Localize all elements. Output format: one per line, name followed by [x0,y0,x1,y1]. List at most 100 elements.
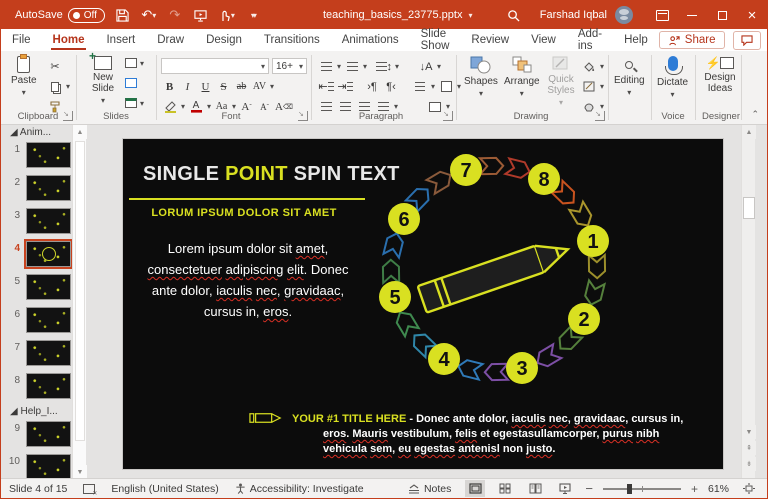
step-badge-6[interactable]: 6 [388,203,420,235]
proofing-status[interactable] [83,483,97,497]
thumbnail-row-5[interactable]: 5 [2,272,72,305]
comments-button[interactable] [733,30,762,50]
scroll-down-icon[interactable]: ▼ [73,465,87,479]
paste-button[interactable]: Paste ▾ [11,54,37,97]
thumbnail-row-2[interactable]: 2 [2,173,72,206]
scroll-down-icon[interactable]: ▼ [742,425,756,439]
underline-button[interactable]: U [198,79,213,94]
align-left-icon[interactable] [318,99,334,114]
section-icon[interactable] [125,98,137,108]
redo-button[interactable]: ↷ [167,7,183,23]
thumbnail-row-7[interactable]: 7 [2,338,72,371]
slide-sorter-view-button[interactable] [495,480,515,497]
zoom-slider-thumb[interactable] [626,483,632,494]
tab-insert[interactable]: Insert [95,29,146,51]
close-button[interactable]: × [737,1,767,29]
section-header-bottom[interactable]: ◢ Help_I... [2,404,72,419]
clear-formatting-button[interactable]: A ⌫ [275,99,293,114]
step-badge-8[interactable]: 8 [528,163,560,195]
zoom-level[interactable]: 61% [708,483,729,495]
design-ideas-button[interactable]: ⚡ Design Ideas [701,56,739,94]
slide-canvas[interactable]: SINGLE POINT SPIN TEXT LORUM IPSUM DOLOR… [123,139,723,469]
text-direction-icon[interactable]: ↓A [418,59,434,74]
thumbnail-row-3[interactable]: 3 [2,206,72,239]
notes-toggle[interactable]: Notes [408,483,451,495]
cut-icon[interactable]: ✂ [47,59,63,74]
scroll-up-icon[interactable]: ▲ [73,125,87,139]
drawing-dialog-launcher[interactable]: ↘ [595,111,605,121]
scroll-up-icon[interactable]: ▲ [742,125,756,139]
shape-fill-icon[interactable] [581,59,597,74]
step-badge-7[interactable]: 7 [450,154,482,186]
shapes-button[interactable]: Shapes ▾ [464,56,498,98]
copy-icon[interactable] [47,79,63,94]
numbering-icon[interactable] [344,59,360,74]
line-spacing-icon[interactable]: ↕ [376,59,392,74]
convert-smartart-icon[interactable] [427,99,443,114]
slide-indicator[interactable]: Slide 4 of 15 [9,483,67,495]
reading-view-button[interactable] [525,480,545,497]
tab-draw[interactable]: Draw [146,29,195,51]
character-spacing-button[interactable]: AV [252,79,267,94]
pencil-icon[interactable] [417,236,573,314]
ltr-icon[interactable]: ›¶ [364,79,380,94]
zoom-slider[interactable] [602,483,681,494]
thumbnail-scroll-thumb[interactable] [75,141,85,441]
rtl-icon[interactable]: ¶‹ [383,79,399,94]
new-slide-button[interactable]: New Slide▾ [83,49,123,105]
slide-footer-text[interactable]: YOUR #1 TITLE HERE - Donec ante dolor, i… [249,411,701,457]
slide-body-text[interactable]: Lorem ipsum dolor sit amet, consectetuer… [135,238,361,322]
thumbnail-row-6[interactable]: 6 [2,305,72,338]
increase-indent-icon[interactable]: ⇥ [337,79,353,94]
step-badge-2[interactable]: 2 [568,303,600,335]
thumbnail-row-1[interactable]: 1 [2,140,72,173]
slide-layout-icon[interactable] [125,58,137,68]
touch-ink-button[interactable]: ▾ [219,7,235,23]
strikethrough-button[interactable]: ab [234,79,249,94]
tab-home[interactable]: Home [42,29,96,51]
normal-view-button[interactable] [465,480,486,497]
bullets-icon[interactable] [318,59,334,74]
editing-button[interactable]: Editing ▾ [614,61,645,97]
decrease-indent-icon[interactable]: ⇤ [318,79,334,94]
title-dropdown-icon[interactable]: ▾ [468,11,472,20]
columns-icon[interactable] [412,79,428,94]
slideshow-view-button[interactable] [555,480,575,497]
slide-subtitle[interactable]: LORUM IPSUM DOLOR SIT AMET [133,207,355,219]
bold-button[interactable]: B [162,79,177,94]
accessibility-status[interactable]: Accessibility: Investigate [235,483,364,495]
share-button[interactable]: Share [658,31,726,49]
slide-scrollbar[interactable]: ▲ ▼ ⇞ ⇟ [741,125,756,479]
spin-diagram[interactable]: 1 2 3 4 5 6 7 8 [353,149,643,407]
zoom-out-button[interactable]: − [585,481,593,496]
tab-view[interactable]: View [520,29,567,51]
start-slideshow-icon[interactable] [193,7,209,23]
quick-styles-button[interactable]: Quick Styles ▾ [542,56,580,107]
tab-design[interactable]: Design [195,29,253,51]
autosave-toggle[interactable]: AutoSave Off [15,7,105,23]
font-name-combo[interactable]: ▾ [161,58,269,74]
align-text-icon[interactable] [438,79,454,94]
step-badge-4[interactable]: 4 [428,343,460,375]
thumbnail-row-9[interactable]: 9 [2,419,72,452]
tab-add-ins[interactable]: Add-ins [567,28,613,52]
thumbnail-row-10[interactable]: 10 [2,452,72,479]
step-badge-1[interactable]: 1 [577,225,609,257]
step-badge-3[interactable]: 3 [506,352,538,384]
thumbnail-row-8[interactable]: 8 [2,371,72,404]
ribbon-display-options-button[interactable] [647,1,677,29]
language-status[interactable]: English (United States) [111,483,218,495]
collapse-ribbon-button[interactable]: ⌃ [751,109,759,120]
next-slide-button[interactable]: ⇟ [742,457,756,471]
search-icon[interactable] [506,7,522,23]
section-header-top[interactable]: ◢ Anim... [2,125,72,140]
tab-help[interactable]: Help [613,29,659,51]
previous-slide-button[interactable]: ⇞ [742,441,756,455]
italic-button[interactable]: I [180,79,195,94]
account-menu[interactable]: Farshad Iqbal [540,6,633,24]
paragraph-dialog-launcher[interactable]: ↘ [443,111,453,121]
thumbnail-scrollbar[interactable]: ▲ ▼ [72,125,87,479]
save-icon[interactable] [115,7,131,23]
scroll-thumb[interactable] [743,197,755,219]
tab-review[interactable]: Review [460,29,520,51]
